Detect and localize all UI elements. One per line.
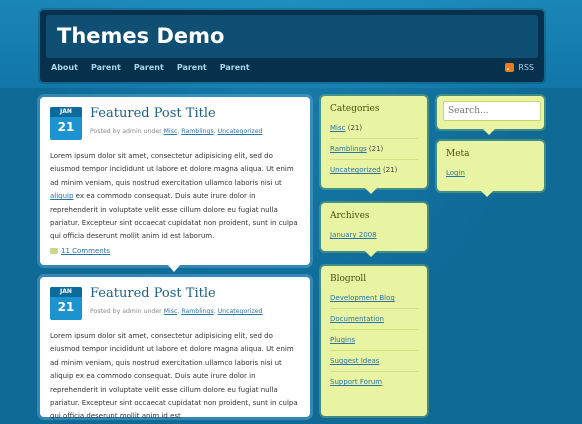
category-link[interactable]: Misc xyxy=(164,128,178,135)
category-link[interactable]: Ramblings xyxy=(181,308,213,315)
list-item: Support Forum xyxy=(330,372,418,392)
list-item: January 2008 xyxy=(330,225,418,245)
title-bar: Themes Demo xyxy=(46,15,538,58)
search-input[interactable] xyxy=(443,101,541,121)
meta-list: Login xyxy=(446,163,535,183)
list-item: Login xyxy=(446,163,535,183)
site-title[interactable]: Themes Demo xyxy=(57,24,224,48)
category-link[interactable]: Uncategorized xyxy=(330,166,381,174)
archive-link[interactable]: January 2008 xyxy=(330,231,377,239)
list-item: Ramblings (21) xyxy=(330,139,418,160)
category-link[interactable]: Ramblings xyxy=(330,145,367,153)
categories-list: Misc (21) Ramblings (21) Uncategorized (… xyxy=(330,118,418,180)
widget-title: Meta xyxy=(446,149,470,159)
nav-item-parent[interactable]: Parent xyxy=(91,63,121,72)
post-body: Lorem ipsum dolor sit amet, consectetur … xyxy=(50,332,298,421)
blogroll-list: Development Blog Documentation Plugins S… xyxy=(330,288,418,392)
post-body: Lorem ipsum dolor sit amet, consectetur … xyxy=(50,150,302,244)
widget-pointer xyxy=(483,129,495,135)
comments-count[interactable]: 11 Comments xyxy=(61,247,110,255)
widget-pointer xyxy=(365,188,377,194)
nav-item-parent[interactable]: Parent xyxy=(134,63,164,72)
blogroll-link[interactable]: Development Blog xyxy=(330,294,395,302)
date-month: JAN xyxy=(50,287,82,297)
post-meta-prefix: Posted by admin under xyxy=(90,308,162,315)
list-item: Suggest Ideas xyxy=(330,351,418,372)
site-header: Themes Demo About Parent Parent Parent P… xyxy=(40,10,544,82)
list-item: Development Blog xyxy=(330,288,418,309)
post-pointer xyxy=(168,265,180,272)
categories-widget: Categories Misc (21) Ramblings (21) Unca… xyxy=(321,96,427,194)
rss-icon xyxy=(505,63,515,72)
post-card: JAN 21 Featured Post Title Posted by adm… xyxy=(40,97,310,272)
category-count: (21) xyxy=(347,124,363,132)
post-body-text: ex ea commodo consequat. Duis aute irure… xyxy=(50,192,298,241)
rss-label: RSS xyxy=(518,63,534,72)
post-body-text: Lorem ipsum dolor sit amet, consectetur … xyxy=(50,152,294,187)
category-link[interactable]: Ramblings xyxy=(181,128,213,135)
post-meta: Posted by admin under Misc, Ramblings, U… xyxy=(90,308,263,315)
search-widget xyxy=(437,96,544,135)
nav-item-about[interactable]: About xyxy=(51,63,78,72)
category-link[interactable]: Misc xyxy=(164,308,178,315)
comment-icon xyxy=(50,248,58,254)
widget-title: Blogroll xyxy=(330,274,367,284)
inline-link[interactable]: aliquip xyxy=(50,192,73,200)
blogroll-link[interactable]: Plugins xyxy=(330,336,355,344)
blogroll-link[interactable]: Support Forum xyxy=(330,378,382,386)
date-badge: JAN 21 xyxy=(50,107,82,140)
date-month: JAN xyxy=(50,107,82,117)
login-link[interactable]: Login xyxy=(446,169,465,177)
list-item: Misc (21) xyxy=(330,118,418,139)
post-title[interactable]: Featured Post Title xyxy=(90,106,216,121)
widget-pointer xyxy=(481,191,493,197)
post-title[interactable]: Featured Post Title xyxy=(90,286,216,301)
blogroll-link[interactable]: Suggest Ideas xyxy=(330,357,379,365)
category-link[interactable]: Misc xyxy=(330,124,345,132)
list-item: Plugins xyxy=(330,330,418,351)
widget-title: Categories xyxy=(330,104,380,114)
nav-item-parent[interactable]: Parent xyxy=(177,63,207,72)
category-link[interactable]: Uncategorized xyxy=(218,308,263,315)
widget-pointer xyxy=(365,251,377,257)
post-card: JAN 21 Featured Post Title Posted by adm… xyxy=(40,277,310,420)
comments-link[interactable]: 11 Comments xyxy=(50,247,110,255)
nav-item-parent[interactable]: Parent xyxy=(220,63,250,72)
date-day: 21 xyxy=(57,300,75,314)
rss-link[interactable]: RSS xyxy=(505,63,534,72)
widget-title: Archives xyxy=(330,211,370,221)
category-link[interactable]: Uncategorized xyxy=(218,128,263,135)
main-nav: About Parent Parent Parent Parent xyxy=(51,63,263,72)
archives-widget: Archives January 2008 xyxy=(321,203,427,257)
blogroll-link[interactable]: Documentation xyxy=(330,315,384,323)
post-meta: Posted by admin under Misc, Ramblings, U… xyxy=(90,128,263,135)
list-item: Uncategorized (21) xyxy=(330,160,418,180)
category-count: (21) xyxy=(382,166,398,174)
date-day: 21 xyxy=(57,120,75,134)
list-item: Documentation xyxy=(330,309,418,330)
archives-list: January 2008 xyxy=(330,225,418,245)
category-count: (21) xyxy=(368,145,384,153)
date-badge: JAN 21 xyxy=(50,287,82,320)
blogroll-widget: Blogroll Development Blog Documentation … xyxy=(321,266,427,416)
meta-widget: Meta Login xyxy=(437,141,544,197)
post-meta-prefix: Posted by admin under xyxy=(90,128,162,135)
